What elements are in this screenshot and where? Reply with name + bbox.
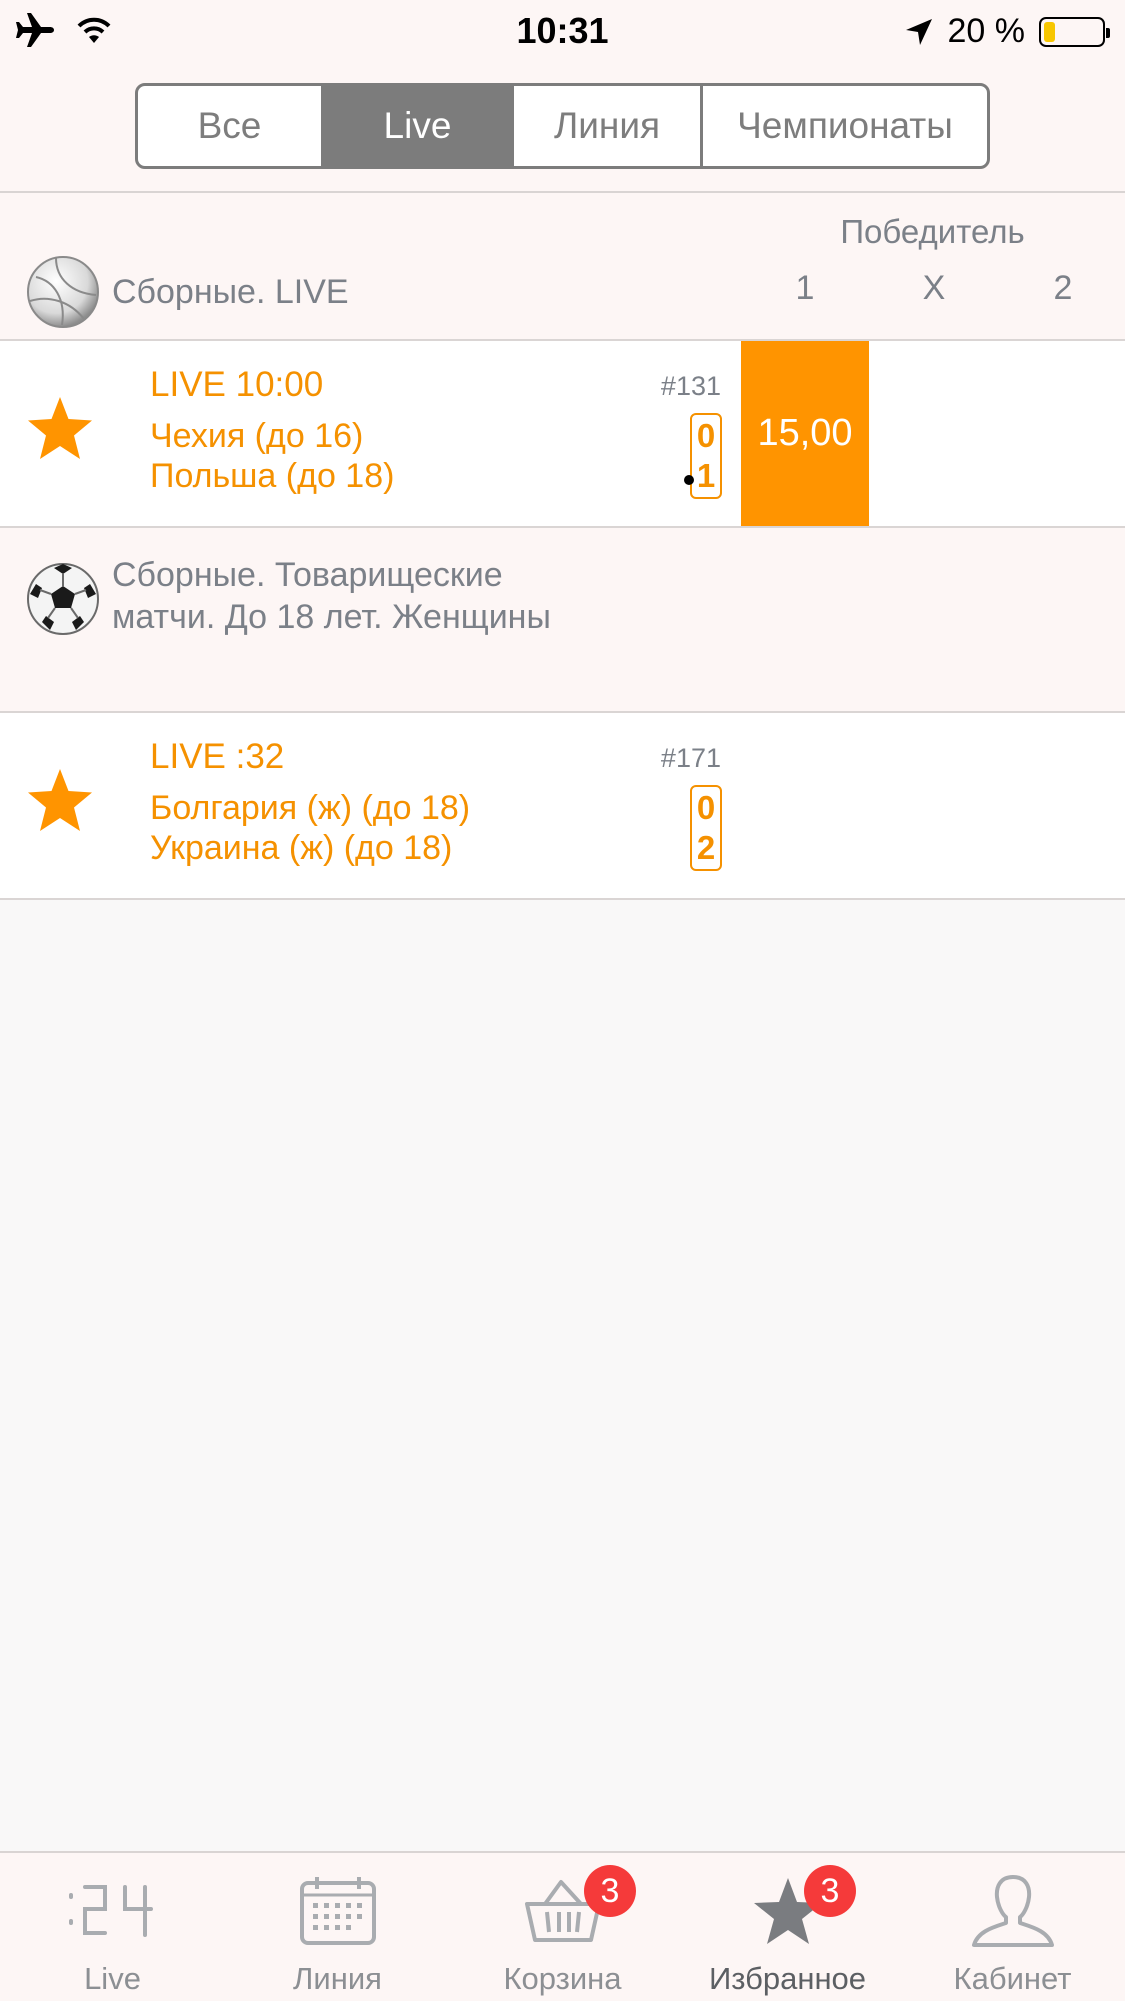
live-clock-icon xyxy=(68,1885,153,1937)
volleyball-icon xyxy=(27,256,99,328)
favorite-star-icon[interactable] xyxy=(26,767,94,835)
league-header[interactable]: Сборные. Товарищеские матчи. До 18 лет. … xyxy=(0,528,1125,713)
tab-bar: Live Линия 3 Корзина 3 Избранное Кабинет xyxy=(0,1851,1125,2001)
tab-label: Корзина xyxy=(503,1961,622,1996)
market-title: Победитель xyxy=(840,213,1025,250)
market-column-2: 2 xyxy=(1053,269,1073,307)
segment-championships[interactable]: Чемпионаты xyxy=(703,86,987,166)
team-away: Украина (ж) (до 18) xyxy=(150,829,453,867)
status-bar: 10:31 20 % xyxy=(0,0,1125,62)
tab-basket[interactable]: 3 Корзина xyxy=(450,1853,675,2001)
score-box: 0 1 xyxy=(690,413,722,499)
location-arrow-icon xyxy=(905,18,932,45)
match-number: #131 xyxy=(660,371,721,401)
battery-percent: 20 % xyxy=(947,12,1026,50)
tab-line[interactable]: Линия xyxy=(225,1853,450,2001)
filter-bar: Все Live Линия Чемпионаты xyxy=(0,62,1125,193)
tab-label: Кабинет xyxy=(953,1961,1072,1996)
tab-cabinet[interactable]: Кабинет xyxy=(900,1853,1125,2001)
score-box: 0 2 xyxy=(690,785,722,871)
tab-label: Линия xyxy=(293,1961,382,1996)
team-home: Чехия (до 16) xyxy=(150,417,364,455)
score-away: 1 xyxy=(696,457,716,494)
segment-line[interactable]: Линия xyxy=(514,86,703,166)
match-number: #171 xyxy=(660,743,721,773)
league-name: Сборные. Товарищеские матчи. До 18 лет. … xyxy=(112,556,551,636)
user-icon xyxy=(971,1875,1054,1947)
tab-label: Избранное xyxy=(708,1961,867,1996)
tab-favorites[interactable]: 3 Избранное xyxy=(675,1853,900,2001)
favorites-badge: 3 xyxy=(804,1865,856,1917)
match-status: LIVE :32 xyxy=(150,737,285,776)
segment-live[interactable]: Live xyxy=(324,86,514,166)
segmented-control: Все Live Линия Чемпионаты xyxy=(135,83,990,169)
league-header[interactable]: Сборные. LIVE Победитель 1 X 2 xyxy=(0,193,1125,341)
market-column-1: 1 xyxy=(795,269,815,307)
tab-live[interactable]: Live xyxy=(0,1853,225,2001)
market-column-x: X xyxy=(922,269,946,307)
basket-badge: 3 xyxy=(584,1865,636,1917)
favorite-star-icon[interactable] xyxy=(26,395,94,463)
team-away: Польша (до 18) xyxy=(150,457,395,495)
league-name: Сборные. LIVE xyxy=(112,273,349,311)
calendar-icon xyxy=(299,1877,376,1945)
serve-indicator xyxy=(684,475,694,485)
segment-all[interactable]: Все xyxy=(138,86,324,166)
match-status: LIVE 10:00 xyxy=(150,365,324,404)
score-away: 2 xyxy=(696,829,716,866)
match-row[interactable]: LIVE 10:00 Чехия (до 16) Польша (до 18) … xyxy=(0,341,1125,528)
battery-level xyxy=(1044,21,1056,42)
score-home: 0 xyxy=(696,417,716,454)
tab-label: Live xyxy=(84,1961,141,1996)
match-row[interactable]: LIVE :32 Болгария (ж) (до 18) Украина (ж… xyxy=(0,713,1125,900)
battery-icon xyxy=(1039,16,1110,47)
odd-button-1[interactable]: 15,00 xyxy=(741,341,869,526)
score-home: 0 xyxy=(696,789,716,826)
team-home: Болгария (ж) (до 18) xyxy=(150,789,471,827)
soccer-ball-icon xyxy=(27,563,99,635)
